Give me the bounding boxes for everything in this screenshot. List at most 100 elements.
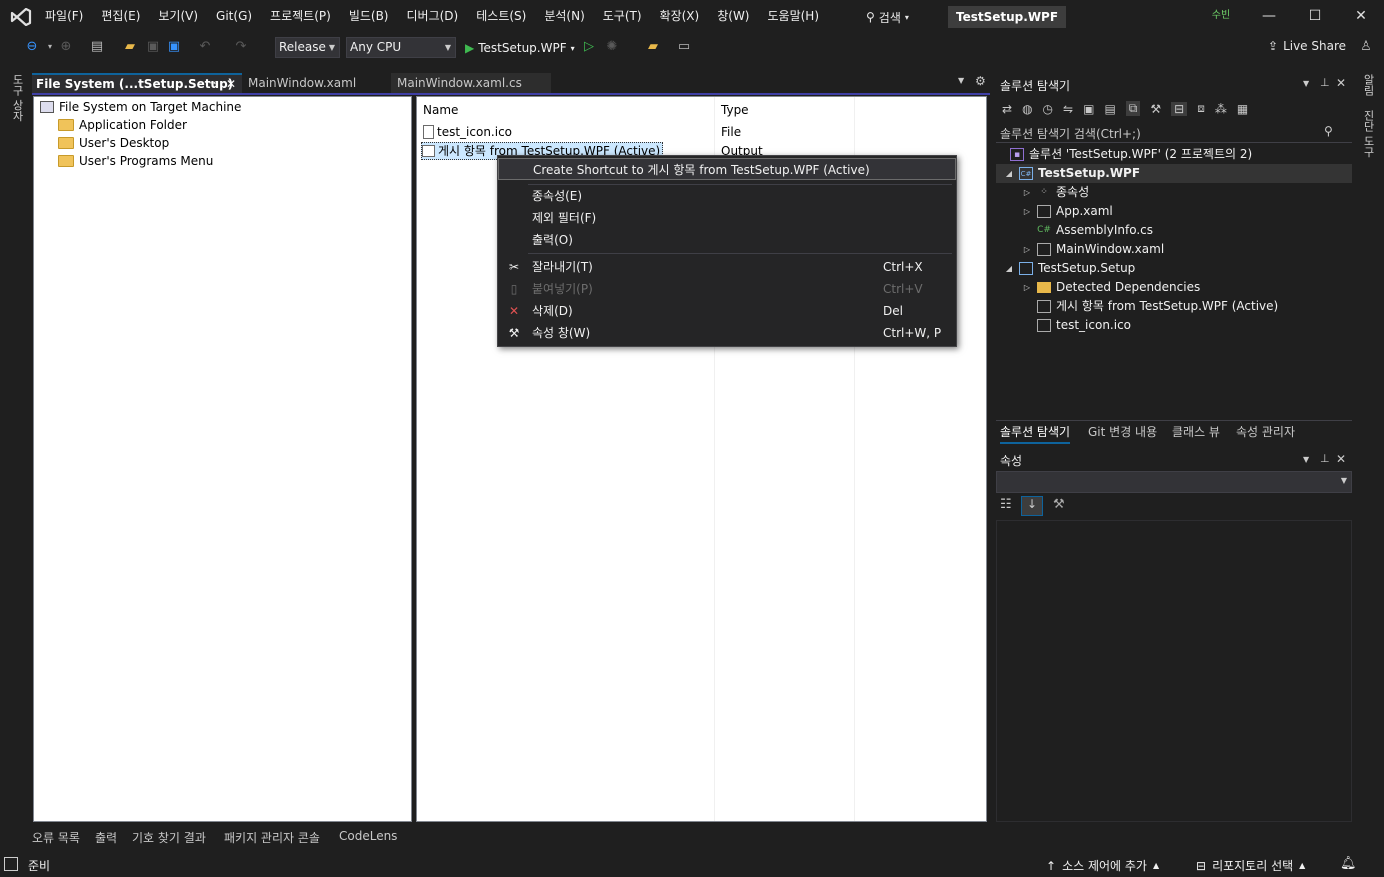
solution-explorer-search[interactable]: 솔루션 탐색기 검색(Ctrl+;) ⚲ xyxy=(996,122,1352,143)
layout-icon[interactable]: ▭ xyxy=(676,39,692,55)
menu-item-dependencies[interactable]: 종속성(E) xyxy=(498,185,956,207)
tree-item-application-folder[interactable]: Application Folder xyxy=(58,116,187,134)
open-file-icon[interactable]: ▰ xyxy=(122,39,138,55)
notifications-bell-icon[interactable]: 🔔︎ xyxy=(1340,856,1357,871)
tree-root[interactable]: File System on Target Machine xyxy=(40,98,241,116)
pin-icon[interactable]: ⊥ xyxy=(1320,76,1330,89)
column-header-type[interactable]: Type xyxy=(721,103,749,117)
start-without-debugging-icon[interactable]: ▷ xyxy=(581,39,597,55)
close-icon[interactable]: ✕ xyxy=(226,75,236,93)
search-button[interactable]: ⚲ 검색 ▾ xyxy=(866,7,909,27)
toolbox-strip[interactable]: 도구 상자 xyxy=(9,74,25,122)
hot-reload-icon[interactable]: ✺ xyxy=(604,39,620,55)
tree-item-users-desktop[interactable]: User's Desktop xyxy=(58,134,169,152)
tab-git-changes[interactable]: Git 변경 내용 xyxy=(1088,423,1157,440)
menu-item[interactable]: 분석(N) xyxy=(535,0,593,33)
chevron-down-icon[interactable]: ▾ xyxy=(42,39,58,55)
tab-package-manager-console[interactable]: 패키지 관리자 콘솔 xyxy=(224,829,320,846)
show-all-files-icon[interactable]: ▤ xyxy=(1104,102,1115,116)
class-diagram-icon[interactable]: ⁂ xyxy=(1215,102,1227,116)
tree-project-setup[interactable]: ◢ TestSetup.Setup xyxy=(1004,259,1135,278)
tree-item-dependencies[interactable]: ▷ ⁘ 종속성 xyxy=(1022,183,1089,202)
maximize-button[interactable]: ☐ xyxy=(1292,0,1338,33)
tree-item-users-programs-menu[interactable]: User's Programs Menu xyxy=(58,152,213,170)
status-output-icon[interactable] xyxy=(4,857,18,871)
tree-solution[interactable]: ▪ 솔루션 'TestSetup.WPF' (2 프로젝트의 2) xyxy=(1010,145,1252,164)
menu-item-delete[interactable]: ✕ 삭제(D) Del xyxy=(498,300,956,322)
minimize-button[interactable]: — xyxy=(1246,0,1292,33)
tab-error-list[interactable]: 오류 목록 xyxy=(32,829,80,846)
pin-icon[interactable]: ⊥ xyxy=(1320,452,1330,465)
navigate-back-icon[interactable]: ⊖ xyxy=(24,39,40,55)
tab-solution-explorer[interactable]: 솔루션 탐색기 xyxy=(1000,423,1071,444)
redo-icon[interactable]: ↷ xyxy=(233,39,249,55)
menu-item-paste[interactable]: ▯ 붙여넣기(P) Ctrl+V xyxy=(498,278,956,300)
tree-item-detected-dependencies[interactable]: ▷ Detected Dependencies xyxy=(1022,278,1200,297)
menu-item[interactable]: 테스트(S) xyxy=(467,0,535,33)
tab-mainwindow-xaml[interactable]: MainWindow.xaml xyxy=(242,73,392,93)
solution-folder-icon[interactable]: ▰ xyxy=(645,39,661,55)
collapse-all-icon[interactable]: ▣ xyxy=(1083,102,1094,116)
menu-item-outputs[interactable]: 출력(O) xyxy=(498,229,956,251)
start-debugging-button[interactable]: ▶ TestSetup.WPF ▾ xyxy=(465,38,575,58)
chevron-down-icon[interactable]: ▼ xyxy=(1303,455,1309,464)
menu-item[interactable]: 디버그(D) xyxy=(398,0,468,33)
menu-item-create-shortcut[interactable]: Create Shortcut to 게시 항목 from TestSetup.… xyxy=(498,158,956,180)
properties-object-dropdown[interactable]: ▼ xyxy=(996,471,1352,493)
notifications-strip[interactable]: 알림 xyxy=(1360,74,1376,96)
categorized-icon[interactable]: ☷ xyxy=(1000,497,1012,512)
menu-item[interactable]: 도움말(H) xyxy=(759,0,829,33)
new-project-icon[interactable]: ▤ xyxy=(89,39,105,55)
tree-item-published-output[interactable]: 게시 항목 from TestSetup.WPF (Active) xyxy=(1037,297,1278,316)
new-view-icon[interactable]: ⧈ xyxy=(1197,101,1205,116)
menu-item[interactable]: 파일(F) xyxy=(36,0,92,33)
feedback-icon[interactable]: ♙ xyxy=(1358,39,1374,55)
menu-item[interactable]: Git(G) xyxy=(207,0,261,33)
undo-icon[interactable]: ↶ xyxy=(197,39,213,55)
menu-item[interactable]: 확장(X) xyxy=(651,0,709,33)
preview-icon[interactable]: ⊟ xyxy=(1171,101,1188,116)
menu-item-properties[interactable]: ⚒ 속성 창(W) Ctrl+W, P xyxy=(498,322,956,344)
select-repository-button[interactable]: ⊟ 리포지토리 선택 ▲ xyxy=(1196,857,1305,874)
property-pages-wrench-icon[interactable]: ⚒ xyxy=(1053,497,1065,512)
pin-icon[interactable]: ⊸ xyxy=(209,75,217,93)
close-window-button[interactable]: ✕ xyxy=(1338,0,1384,33)
menu-item[interactable]: 프로젝트(P) xyxy=(261,0,340,33)
avatar[interactable]: 수빈 xyxy=(1209,6,1233,26)
close-icon[interactable]: ✕ xyxy=(1336,452,1346,466)
list-item[interactable]: test_icon.ico xyxy=(423,123,512,141)
diagnostic-tools-strip[interactable]: 진단 도구 xyxy=(1360,110,1376,158)
globe-icon[interactable]: ◍ xyxy=(1022,102,1032,116)
history-icon[interactable]: ◷ xyxy=(1043,102,1053,116)
chevron-down-icon[interactable]: ▼ xyxy=(1303,79,1309,88)
column-header-name[interactable]: Name xyxy=(423,103,458,117)
menu-item-exclude-filter[interactable]: 제외 필터(F) xyxy=(498,207,956,229)
tab-property-manager[interactable]: 속성 관리자 xyxy=(1236,423,1295,440)
schema-icon[interactable]: ▦ xyxy=(1237,102,1248,116)
filter-icon[interactable]: ⧉ xyxy=(1125,101,1141,116)
tab-output[interactable]: 출력 xyxy=(95,829,117,846)
gear-icon[interactable]: ⚙ xyxy=(975,74,986,88)
alphabetical-icon[interactable]: ↓ xyxy=(1021,496,1043,516)
tab-class-view[interactable]: 클래스 뷰 xyxy=(1172,423,1220,440)
tree-item-app-xaml[interactable]: ▷ App.xaml xyxy=(1022,202,1113,221)
tree-item-mainwindow-xaml[interactable]: ▷ MainWindow.xaml xyxy=(1022,240,1164,259)
menu-item[interactable]: 보기(V) xyxy=(149,0,207,33)
save-icon[interactable]: ▣ xyxy=(145,39,161,55)
navigate-forward-icon[interactable]: ⊕ xyxy=(58,39,74,55)
tab-find-symbol-results[interactable]: 기호 찾기 결과 xyxy=(132,829,206,846)
tab-mainwindow-xaml-cs[interactable]: MainWindow.xaml.cs xyxy=(391,73,551,93)
save-all-icon[interactable]: ▣ xyxy=(166,39,182,55)
add-to-source-control-button[interactable]: ↑ 소스 제어에 추가 ▲ xyxy=(1046,857,1159,874)
sync-icon[interactable]: ⇋ xyxy=(1063,102,1073,116)
tab-list-dropdown-icon[interactable]: ▼ xyxy=(958,76,964,85)
tree-project-wpf[interactable]: ◢ C# TestSetup.WPF xyxy=(996,164,1352,183)
tab-file-system[interactable]: File System (...tSetup.Setup) ⊸ ✕ xyxy=(32,73,242,94)
live-share-button[interactable]: ⇪ Live Share xyxy=(1268,39,1346,53)
solution-configuration-dropdown[interactable]: Release ▼ xyxy=(275,37,340,58)
menu-item[interactable]: 편집(E) xyxy=(92,0,149,33)
switch-views-icon[interactable]: ⇄ xyxy=(1002,102,1012,116)
properties-wrench-icon[interactable]: ⚒ xyxy=(1150,102,1161,116)
tree-item-assemblyinfo[interactable]: C# AssemblyInfo.cs xyxy=(1037,221,1153,240)
solution-platform-dropdown[interactable]: Any CPU ▼ xyxy=(346,37,456,58)
